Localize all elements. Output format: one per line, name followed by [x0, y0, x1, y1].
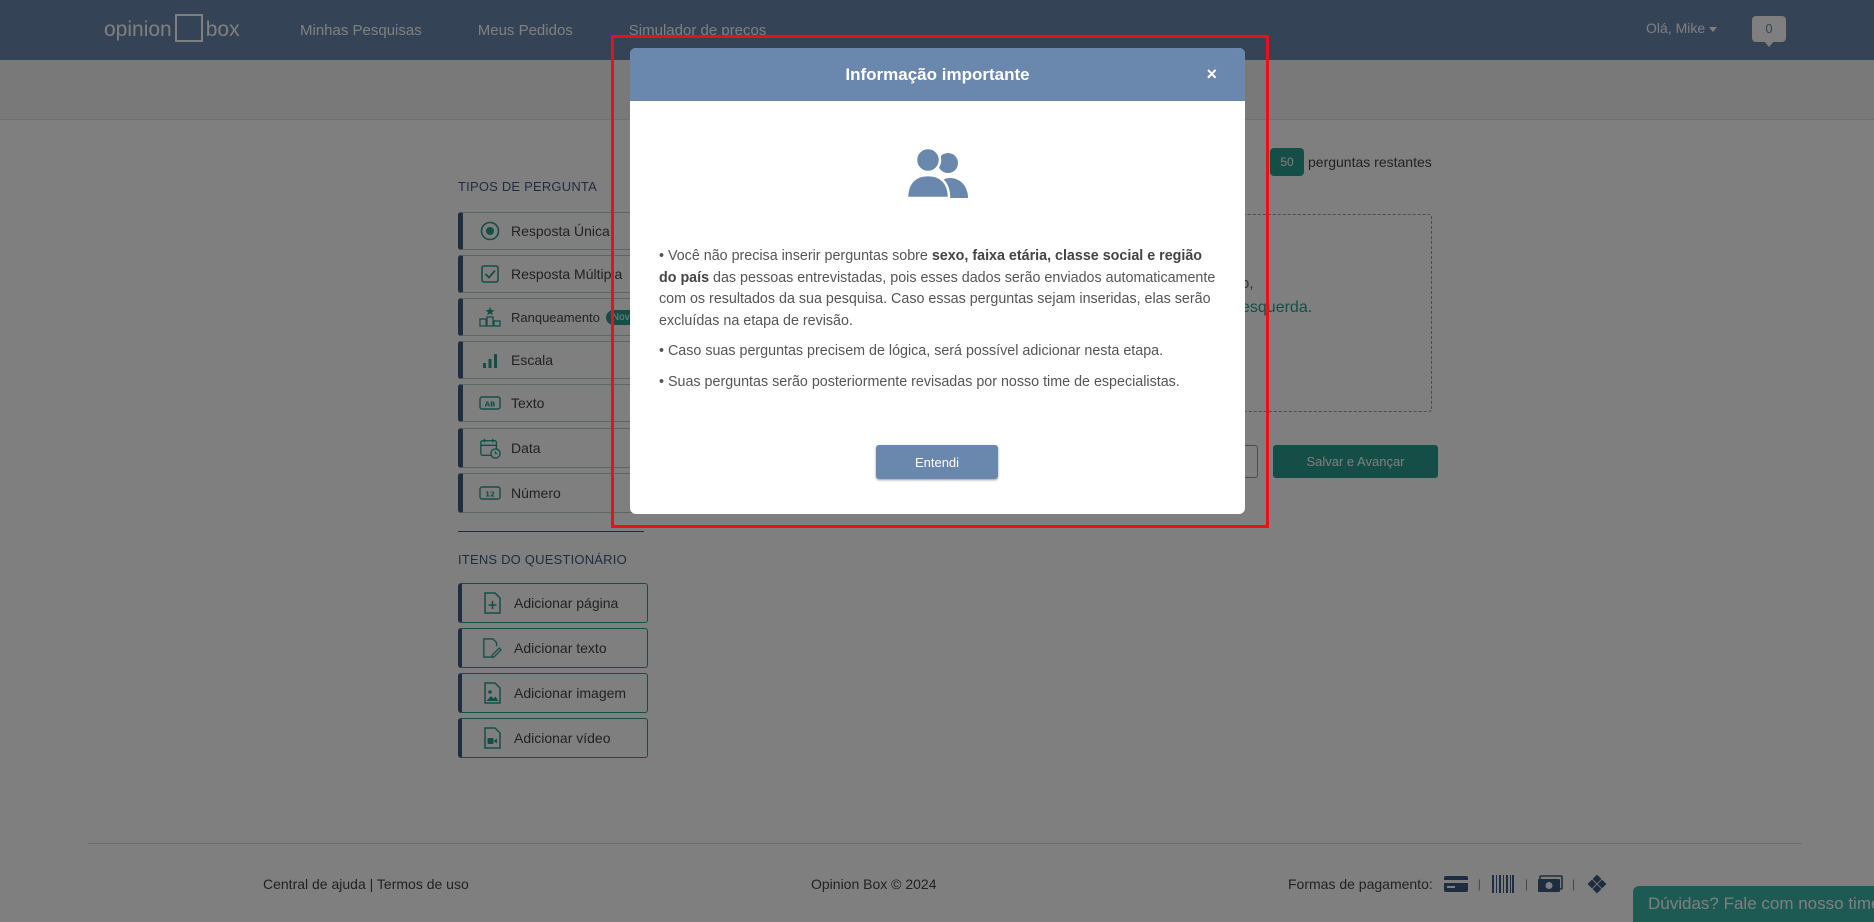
red-highlight-box [611, 35, 1269, 528]
